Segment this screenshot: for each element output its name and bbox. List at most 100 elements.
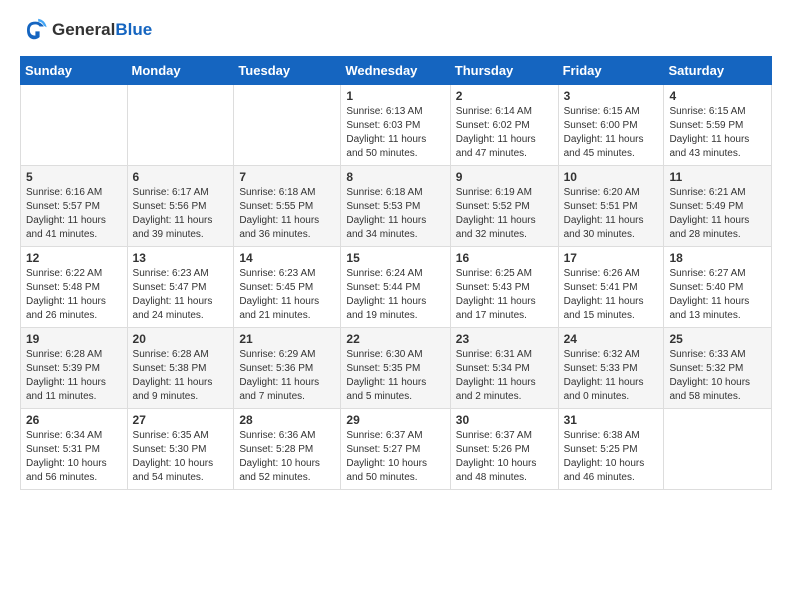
calendar-cell: 10 Sunrise: 6:20 AM Sunset: 5:51 PM Dayli… [558,166,664,247]
day-number: 10 [564,170,659,184]
calendar-cell: 12Sunrise: 6:22 AM Sunset: 5:48 PM Dayli… [21,247,128,328]
calendar-cell: 9 Sunrise: 6:19 AM Sunset: 5:52 PM Daylig… [450,166,558,247]
logo-icon [20,16,48,44]
day-info: Sunrise: 6:20 AM Sunset: 5:51 PM Dayligh… [564,186,659,242]
day-number: 6 [133,170,229,184]
calendar-cell: 23Sunrise: 6:31 AM Sunset: 5:34 PM Dayli… [450,328,558,409]
day-number: 29 [346,413,444,427]
day-number: 8 [346,170,444,184]
calendar-cell: 29 Sunrise: 6:37 AM Sunset: 5:27 PM Dayli… [341,409,450,490]
day-number: 17 [564,251,659,265]
day-number: 11 [669,170,766,184]
day-number: 18 [669,251,766,265]
day-number: 25 [669,332,766,346]
calendar-cell: 3 Sunrise: 6:15 AM Sunset: 6:00 PM Daylig… [558,85,664,166]
day-number: 26 [26,413,122,427]
week-row-3: 12Sunrise: 6:22 AM Sunset: 5:48 PM Dayli… [21,247,772,328]
day-info: Sunrise: 6:17 AM Sunset: 5:56 PM Dayligh… [133,186,229,242]
calendar-cell: 19 Sunrise: 6:28 AM Sunset: 5:39 PM Dayli… [21,328,128,409]
day-number: 14 [239,251,335,265]
day-number: 20 [133,332,229,346]
day-info: Sunrise: 6:15 AM Sunset: 6:00 PM Dayligh… [564,105,659,161]
calendar-cell: 31Sunrise: 6:38 AM Sunset: 5:25 PM Dayli… [558,409,664,490]
day-number: 4 [669,89,766,103]
weekday-header-thursday: Thursday [450,57,558,85]
calendar-cell: 17Sunrise: 6:26 AM Sunset: 5:41 PM Dayli… [558,247,664,328]
calendar-cell: 1Sunrise: 6:13 AM Sunset: 6:03 PM Daylig… [341,85,450,166]
calendar-cell: 13 Sunrise: 6:23 AM Sunset: 5:47 PM Dayli… [127,247,234,328]
calendar-cell [21,85,128,166]
day-info: Sunrise: 6:37 AM Sunset: 5:27 PM Dayligh… [346,429,444,485]
week-row-1: 1Sunrise: 6:13 AM Sunset: 6:03 PM Daylig… [21,85,772,166]
day-number: 21 [239,332,335,346]
logo: GeneralBlue [20,16,152,44]
weekday-header-friday: Friday [558,57,664,85]
calendar-cell: 22 Sunrise: 6:30 AM Sunset: 5:35 PM Dayli… [341,328,450,409]
day-info: Sunrise: 6:36 AM Sunset: 5:28 PM Dayligh… [239,429,335,485]
day-info: Sunrise: 6:23 AM Sunset: 5:45 PM Dayligh… [239,267,335,323]
calendar-cell: 26 Sunrise: 6:34 AM Sunset: 5:31 PM Dayli… [21,409,128,490]
calendar-cell: 18 Sunrise: 6:27 AM Sunset: 5:40 PM Dayli… [664,247,772,328]
day-info: Sunrise: 6:18 AM Sunset: 5:55 PM Dayligh… [239,186,335,242]
day-info: Sunrise: 6:19 AM Sunset: 5:52 PM Dayligh… [456,186,553,242]
day-info: Sunrise: 6:29 AM Sunset: 5:36 PM Dayligh… [239,348,335,404]
calendar-cell: 15 Sunrise: 6:24 AM Sunset: 5:44 PM Dayli… [341,247,450,328]
day-info: Sunrise: 6:28 AM Sunset: 5:38 PM Dayligh… [133,348,229,404]
calendar-cell: 6 Sunrise: 6:17 AM Sunset: 5:56 PM Daylig… [127,166,234,247]
day-number: 19 [26,332,122,346]
day-info: Sunrise: 6:23 AM Sunset: 5:47 PM Dayligh… [133,267,229,323]
calendar-cell: 14 Sunrise: 6:23 AM Sunset: 5:45 PM Dayli… [234,247,341,328]
calendar-cell: 2 Sunrise: 6:14 AM Sunset: 6:02 PM Daylig… [450,85,558,166]
calendar-cell: 25 Sunrise: 6:33 AM Sunset: 5:32 PM Dayli… [664,328,772,409]
calendar-cell: 11Sunrise: 6:21 AM Sunset: 5:49 PM Dayli… [664,166,772,247]
day-info: Sunrise: 6:34 AM Sunset: 5:31 PM Dayligh… [26,429,122,485]
weekday-header-monday: Monday [127,57,234,85]
day-number: 3 [564,89,659,103]
day-number: 5 [26,170,122,184]
weekday-header-wednesday: Wednesday [341,57,450,85]
day-info: Sunrise: 6:32 AM Sunset: 5:33 PM Dayligh… [564,348,659,404]
day-info: Sunrise: 6:14 AM Sunset: 6:02 PM Dayligh… [456,105,553,161]
day-info: Sunrise: 6:30 AM Sunset: 5:35 PM Dayligh… [346,348,444,404]
day-info: Sunrise: 6:15 AM Sunset: 5:59 PM Dayligh… [669,105,766,161]
day-info: Sunrise: 6:24 AM Sunset: 5:44 PM Dayligh… [346,267,444,323]
calendar-cell: 5 Sunrise: 6:16 AM Sunset: 5:57 PM Daylig… [21,166,128,247]
calendar-cell: 16 Sunrise: 6:25 AM Sunset: 5:43 PM Dayli… [450,247,558,328]
day-info: Sunrise: 6:27 AM Sunset: 5:40 PM Dayligh… [669,267,766,323]
calendar-cell: 30 Sunrise: 6:37 AM Sunset: 5:26 PM Dayli… [450,409,558,490]
day-number: 13 [133,251,229,265]
weekday-header-sunday: Sunday [21,57,128,85]
day-number: 27 [133,413,229,427]
calendar-cell: 28 Sunrise: 6:36 AM Sunset: 5:28 PM Dayli… [234,409,341,490]
weekday-header-row: SundayMondayTuesdayWednesdayThursdayFrid… [21,57,772,85]
day-info: Sunrise: 6:13 AM Sunset: 6:03 PM Dayligh… [346,105,444,161]
calendar-cell: 8Sunrise: 6:18 AM Sunset: 5:53 PM Daylig… [341,166,450,247]
calendar: SundayMondayTuesdayWednesdayThursdayFrid… [20,56,772,490]
calendar-cell [127,85,234,166]
calendar-cell: 20 Sunrise: 6:28 AM Sunset: 5:38 PM Dayli… [127,328,234,409]
day-info: Sunrise: 6:25 AM Sunset: 5:43 PM Dayligh… [456,267,553,323]
day-info: Sunrise: 6:16 AM Sunset: 5:57 PM Dayligh… [26,186,122,242]
weekday-header-tuesday: Tuesday [234,57,341,85]
calendar-cell: 21 Sunrise: 6:29 AM Sunset: 5:36 PM Dayli… [234,328,341,409]
day-info: Sunrise: 6:37 AM Sunset: 5:26 PM Dayligh… [456,429,553,485]
calendar-cell: 27Sunrise: 6:35 AM Sunset: 5:30 PM Dayli… [127,409,234,490]
week-row-4: 19 Sunrise: 6:28 AM Sunset: 5:39 PM Dayli… [21,328,772,409]
day-number: 22 [346,332,444,346]
week-row-2: 5 Sunrise: 6:16 AM Sunset: 5:57 PM Daylig… [21,166,772,247]
day-info: Sunrise: 6:33 AM Sunset: 5:32 PM Dayligh… [669,348,766,404]
day-number: 9 [456,170,553,184]
day-number: 15 [346,251,444,265]
day-number: 28 [239,413,335,427]
week-row-5: 26 Sunrise: 6:34 AM Sunset: 5:31 PM Dayli… [21,409,772,490]
day-number: 30 [456,413,553,427]
calendar-cell [664,409,772,490]
day-number: 2 [456,89,553,103]
calendar-cell: 7Sunrise: 6:18 AM Sunset: 5:55 PM Daylig… [234,166,341,247]
day-number: 23 [456,332,553,346]
day-number: 16 [456,251,553,265]
calendar-cell [234,85,341,166]
day-info: Sunrise: 6:22 AM Sunset: 5:48 PM Dayligh… [26,267,122,323]
day-info: Sunrise: 6:28 AM Sunset: 5:39 PM Dayligh… [26,348,122,404]
day-info: Sunrise: 6:38 AM Sunset: 5:25 PM Dayligh… [564,429,659,485]
